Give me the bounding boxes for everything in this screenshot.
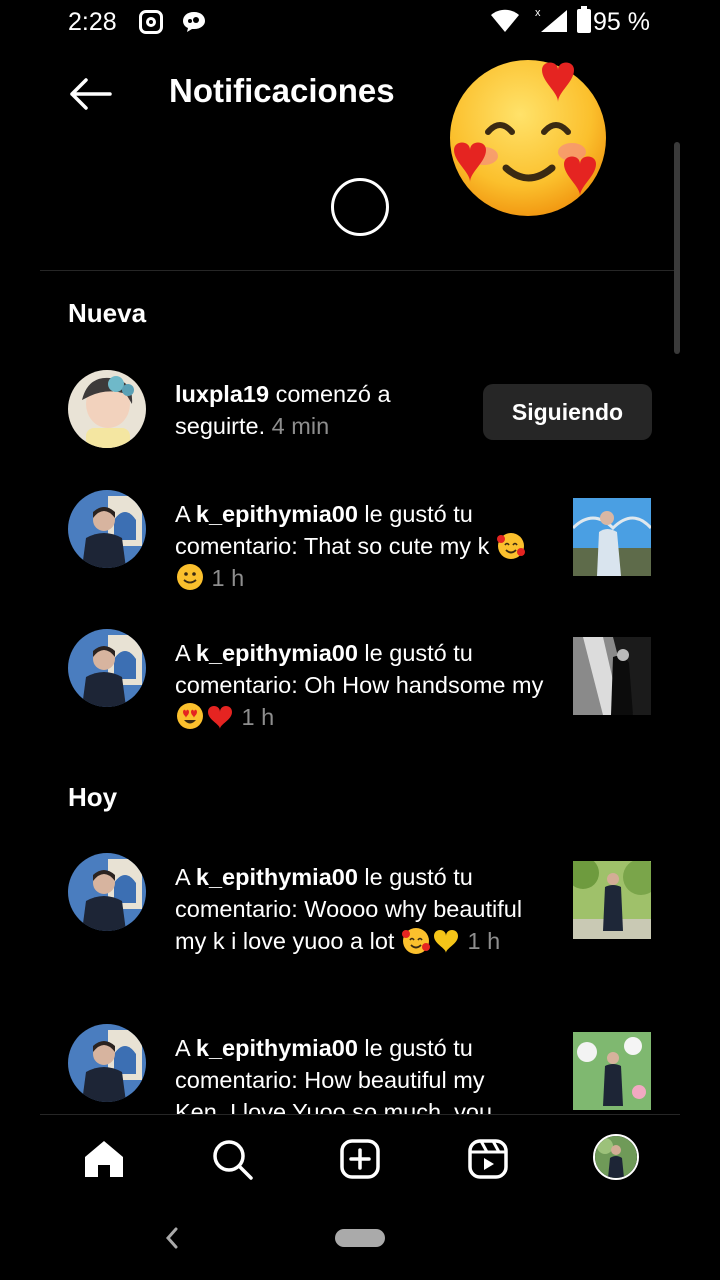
system-back-icon[interactable] (162, 1223, 182, 1253)
avatar[interactable] (68, 370, 146, 448)
create-icon[interactable] (338, 1137, 382, 1181)
message-icon (183, 12, 205, 32)
section-title-today: Hoy (68, 782, 118, 812)
username[interactable]: k_epithymia00 (196, 864, 358, 890)
post-thumbnail[interactable] (573, 1032, 651, 1110)
loading-spinner (331, 178, 389, 236)
avatar[interactable] (68, 629, 146, 707)
reels-icon[interactable] (466, 1137, 510, 1181)
avatar[interactable] (68, 853, 146, 931)
timestamp: 1 h (460, 928, 501, 954)
instagram-icon (139, 10, 163, 34)
battery-icon (577, 6, 591, 33)
divider (40, 270, 680, 271)
status-bar: 2:28 x 95 % (0, 0, 720, 46)
notification-text: A k_epithymia00 le gustó tu comentario: … (175, 640, 544, 730)
timestamp: 4 min (265, 413, 330, 439)
heart-eyes-emoji (177, 703, 203, 729)
smiling-face-with-hearts-emoji (496, 533, 525, 559)
battery-percent: 95 % (593, 8, 650, 36)
username[interactable]: k_epithymia00 (196, 1035, 358, 1061)
slightly-smiling-face-emoji (177, 564, 203, 590)
status-time: 2:28 (68, 8, 117, 36)
avatar[interactable] (68, 1024, 146, 1102)
notification-text: A k_epithymia00 le gustó tu comentario: … (175, 498, 535, 594)
arrow-left-icon[interactable] (68, 76, 112, 112)
timestamp: 1 h (235, 704, 275, 730)
notification-text: luxpla19 comenzó a seguirte. 4 min (175, 381, 391, 439)
system-navigation (0, 1205, 720, 1280)
timestamp: 1 h (205, 565, 245, 591)
bottom-nav (0, 1115, 720, 1205)
search-icon[interactable] (210, 1137, 254, 1181)
red-heart-emoji (208, 706, 232, 729)
post-thumbnail[interactable] (573, 637, 651, 715)
profile-avatar[interactable] (593, 1134, 639, 1180)
svg-text:x: x (535, 7, 541, 19)
smiling-face-with-hearts-emoji (401, 928, 430, 954)
scrollbar[interactable] (674, 142, 680, 354)
smiling-face-with-hearts-sticker (450, 60, 606, 216)
yellow-heart-emoji (433, 930, 458, 953)
username[interactable]: k_epithymia00 (196, 640, 358, 666)
notification-text: A k_epithymia00 le gustó tu comentario: … (175, 864, 523, 954)
section-title-new: Nueva (68, 298, 147, 328)
signal-icon: x (535, 7, 567, 32)
username[interactable]: k_epithymia00 (196, 501, 358, 527)
following-button[interactable]: Siguiendo (483, 384, 652, 440)
system-home-pill[interactable] (335, 1229, 385, 1247)
wifi-icon (491, 9, 519, 32)
post-thumbnail[interactable] (573, 861, 651, 939)
avatar[interactable] (68, 490, 146, 568)
username[interactable]: luxpla19 (175, 381, 269, 407)
home-icon[interactable] (82, 1137, 126, 1181)
post-thumbnail[interactable] (573, 498, 651, 576)
page-title: Notificaciones (169, 72, 395, 109)
